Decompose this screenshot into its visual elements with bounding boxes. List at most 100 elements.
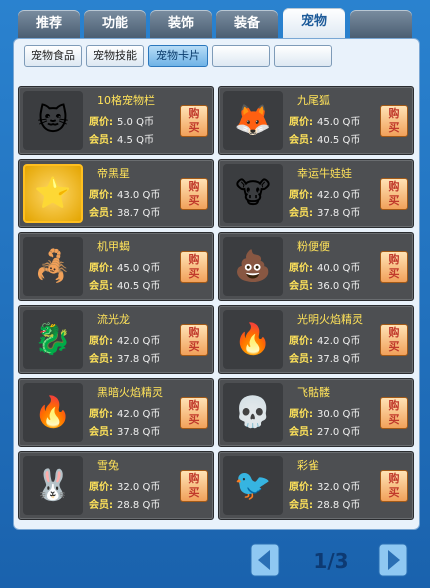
item-name: 彩雀 <box>297 459 319 472</box>
pet-thumbnail-icon[interactable]: 💩 <box>223 237 283 296</box>
tab-equipment[interactable]: 装备 <box>216 10 278 38</box>
tab-pet[interactable]: 宠物 <box>283 8 345 38</box>
pet-thumbnail-icon[interactable]: 💀 <box>223 383 283 442</box>
item-card[interactable]: 🐰 雪兔原价: 32.0 Q币 会员: 28.8 Q币 购买 <box>18 451 214 520</box>
original-price: 原价: 32.0 Q币 <box>289 478 360 493</box>
item-card[interactable]: 💀 飞骷髅 原价: 30.0 Q币 会员: 27.0 Q币 购买 <box>218 378 414 447</box>
item-card[interactable]: 💩 粉便便 原价: 40.0 Q币 会员: 36.0 Q币 购买 <box>218 232 414 301</box>
original-price: 原价: 42.0 Q币 <box>289 186 360 201</box>
item-card[interactable]: ⭐ 帝黑星 原价: 43.0 Q币 会员: 38.7 Q币 购买 <box>18 159 214 228</box>
buy-char: 买 <box>188 267 200 280</box>
buy-button[interactable]: 购买 <box>180 397 208 429</box>
buy-char: 买 <box>188 486 200 499</box>
buy-char: 买 <box>188 194 200 207</box>
tab-function[interactable]: 功能 <box>84 10 146 38</box>
item-name: 雪兔 <box>97 459 119 472</box>
item-name: 机甲蝎 <box>97 240 130 253</box>
subtab-pet-skill[interactable]: 宠物技能 <box>86 45 144 67</box>
buy-button[interactable]: 购买 <box>180 251 208 283</box>
buy-char: 购 <box>388 107 400 120</box>
item-name: 飞骷髅 <box>297 386 330 399</box>
tab-recommend[interactable]: 推荐 <box>18 10 80 38</box>
subtab-pet-card[interactable]: 宠物卡片 <box>148 45 208 67</box>
subtab-pet-food[interactable]: 宠物食品 <box>24 45 82 67</box>
member-price: 会员: 37.8 Q币 <box>89 423 160 438</box>
subtab-empty-2[interactable] <box>274 45 332 67</box>
item-name: 粉便便 <box>297 240 330 253</box>
buy-char: 买 <box>188 340 200 353</box>
pet-thumbnail-icon[interactable]: 🐦 <box>223 456 283 515</box>
next-page-icon[interactable] <box>378 543 408 577</box>
item-card[interactable]: 🔥 黑暗火焰精灵 原价: 42.0 Q币 会员: 37.8 Q币 购买 <box>18 378 214 447</box>
member-label: 会员: <box>289 427 313 438</box>
member-label: 会员: <box>89 135 113 146</box>
pet-thumbnail-icon[interactable]: 🔥 <box>23 383 83 442</box>
buy-char: 买 <box>388 413 400 426</box>
item-card[interactable]: 🐦 彩雀原价: 32.0 Q币会员: 28.8 Q币 购买 <box>218 451 414 520</box>
item-card[interactable]: 🐱 10格宠物栏 原价: 5.0 Q币 会员: 4.5 Q币 购买 <box>18 86 214 155</box>
price-label: 原价: <box>289 263 313 274</box>
item-name: 幸运牛娃娃 <box>297 167 352 180</box>
member-price: 会员: 36.0 Q币 <box>289 277 360 292</box>
original-price: 原价: 32.0 Q币 <box>89 478 160 493</box>
original-price: 原价: 42.0 Q币 <box>89 332 160 347</box>
member-value: 40.5 Q币 <box>317 135 361 146</box>
buy-button[interactable]: 购买 <box>380 105 408 137</box>
buy-button[interactable]: 购买 <box>380 397 408 429</box>
item-name: 帝黑星 <box>97 167 130 180</box>
member-value: 37.8 Q币 <box>317 354 361 365</box>
subtab-empty-1[interactable] <box>212 45 270 67</box>
price-value: 45.0 Q币 <box>117 263 161 274</box>
buy-button[interactable]: 购买 <box>380 470 408 502</box>
member-label: 会员: <box>289 208 313 219</box>
member-price: 会员: 4.5 Q币 <box>89 131 154 146</box>
member-price: 会员: 38.7 Q币 <box>89 204 160 219</box>
pet-thumbnail-icon[interactable]: 🔥 <box>223 310 283 369</box>
price-value: 32.0 Q币 <box>117 482 161 493</box>
buy-char: 买 <box>388 267 400 280</box>
buy-button[interactable]: 购买 <box>180 178 208 210</box>
member-price: 会员: 37.8 Q币 <box>89 350 160 365</box>
member-price: 会员: 28.8 Q币 <box>89 496 160 511</box>
member-label: 会员: <box>89 281 113 292</box>
pet-thumbnail-icon[interactable]: 🐱 <box>23 91 83 150</box>
buy-button[interactable]: 购买 <box>380 324 408 356</box>
buy-char: 买 <box>188 121 200 134</box>
member-price: 会员: 28.8 Q币 <box>289 496 360 511</box>
item-card[interactable]: 🦂 机甲蝎原价: 45.0 Q币 会员: 40.5 Q币 购买 <box>18 232 214 301</box>
member-price: 会员: 40.5 Q币 <box>89 277 160 292</box>
buy-button[interactable]: 购买 <box>180 470 208 502</box>
price-label: 原价: <box>289 117 313 128</box>
member-price: 会员: 37.8 Q币 <box>289 350 360 365</box>
pet-thumbnail-icon[interactable]: 🦂 <box>23 237 83 296</box>
page-indicator: 1/3 <box>313 549 349 573</box>
member-label: 会员: <box>89 208 113 219</box>
buy-button[interactable]: 购买 <box>380 178 408 210</box>
buy-button[interactable]: 购买 <box>180 105 208 137</box>
pet-thumbnail-icon[interactable]: 🐉 <box>23 310 83 369</box>
item-card[interactable]: 🐮 幸运牛娃娃 原价: 42.0 Q币 会员: 37.8 Q币 购买 <box>218 159 414 228</box>
buy-button[interactable]: 购买 <box>180 324 208 356</box>
original-price: 原价: 42.0 Q币 <box>289 332 360 347</box>
price-label: 原价: <box>89 117 113 128</box>
member-label: 会员: <box>289 500 313 511</box>
price-label: 原价: <box>289 190 313 201</box>
price-value: 30.0 Q币 <box>317 409 361 420</box>
item-name: 光明火焰精灵 <box>297 313 363 326</box>
item-card[interactable]: 🐉 流光龙 原价: 42.0 Q币 会员: 37.8 Q币 购买 <box>18 305 214 374</box>
item-card[interactable]: 🦊 九尾狐 原价: 45.0 Q币 会员: 40.5 Q币 购买 <box>218 86 414 155</box>
pet-thumbnail-icon[interactable]: 🐮 <box>223 164 283 223</box>
tab-empty[interactable] <box>350 10 412 38</box>
prev-page-icon[interactable] <box>250 543 280 577</box>
pet-thumbnail-icon[interactable]: 🐰 <box>23 456 83 515</box>
pet-thumbnail-icon[interactable]: 🦊 <box>223 91 283 150</box>
item-card[interactable]: 🔥 光明火焰精灵原价: 42.0 Q币 会员: 37.8 Q币 购买 <box>218 305 414 374</box>
price-value: 42.0 Q币 <box>117 336 161 347</box>
member-value: 4.5 Q币 <box>117 135 154 146</box>
original-price: 原价: 45.0 Q币 <box>89 259 160 274</box>
pet-thumbnail-icon[interactable]: ⭐ <box>23 164 83 223</box>
buy-button[interactable]: 购买 <box>380 251 408 283</box>
original-price: 原价: 30.0 Q币 <box>289 405 360 420</box>
member-value: 28.8 Q币 <box>317 500 361 511</box>
tab-decoration[interactable]: 装饰 <box>150 10 212 38</box>
